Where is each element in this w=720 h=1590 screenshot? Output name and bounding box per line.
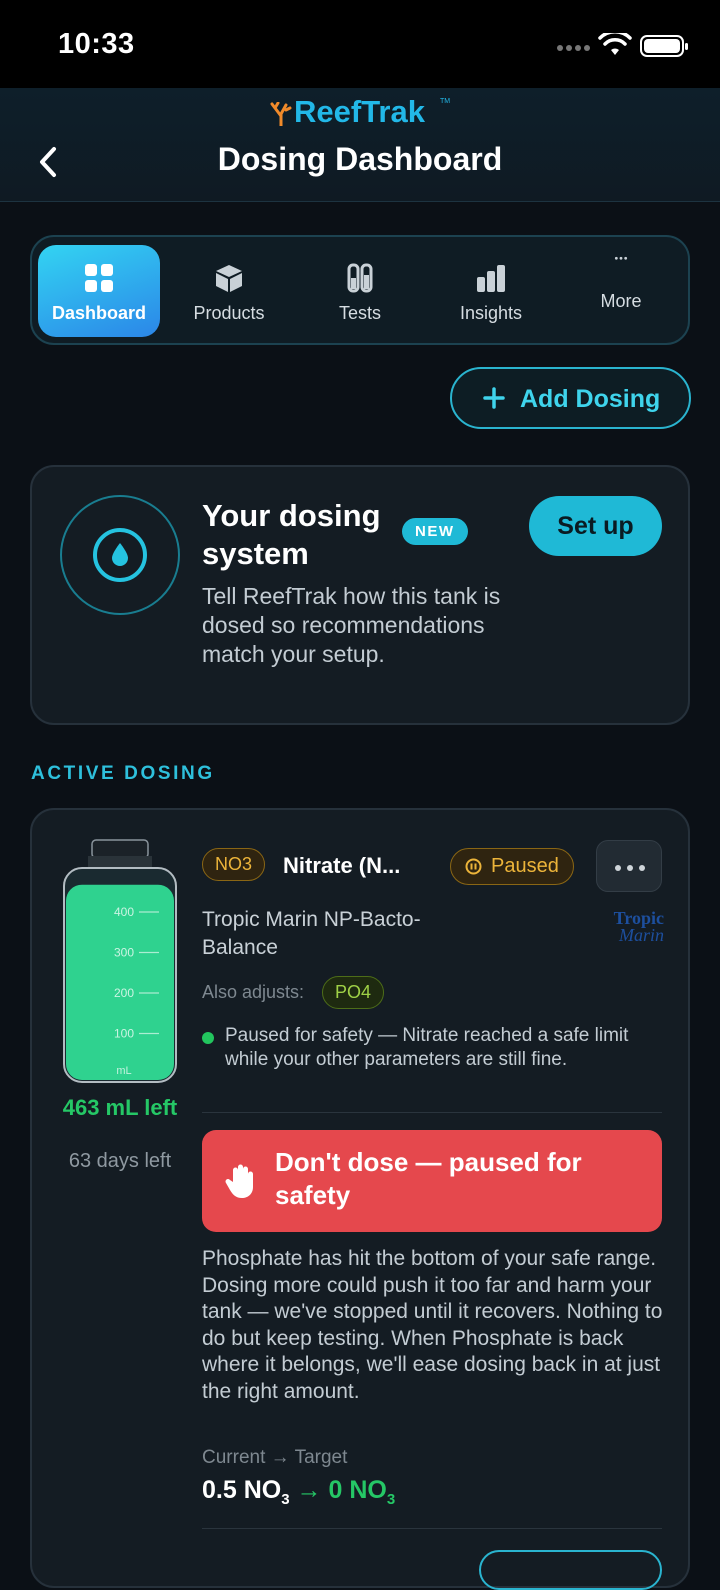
tab-label: Insights [459,303,523,323]
tab-label: More [600,291,642,311]
brand-name: ReefTrak [294,94,425,129]
tab-label: Tests [338,303,381,323]
divider [202,1528,662,1529]
next-action-button[interactable] [479,1550,662,1590]
status-bar: 10:33 [0,0,720,88]
water-drop-icon [112,543,128,566]
plus-icon [483,387,505,409]
active-dosing-card: 400 300 200 100 mL 463 mL left 63 days left … [30,808,690,1590]
drop-icon-ring [60,495,180,615]
tab-label: Products [193,303,265,323]
test-tubes-icon [347,263,373,293]
tab-dashboard[interactable]: Dashboard [38,245,160,337]
bottle-tick-label: 200 [114,986,134,1000]
new-badge: NEW [402,518,468,545]
days-left: 63 days left [68,1150,172,1172]
page-title: Dosing Dashboard [217,141,503,177]
trademark: TM [440,98,451,105]
tab-insights[interactable]: Insights [430,245,552,337]
remaining-volume: 463 mL left [62,1095,178,1120]
status-chip-label: Paused [491,855,559,877]
dont-dose-alert: Don't dose — paused for safety [202,1130,662,1232]
wifi-icon [598,33,632,55]
also-adjusts-chip: PO4 [322,976,385,1009]
setup-card-body: Tell ReefTrak how this tank is dosed so … [202,583,501,667]
parameter-name: Nitrate (N... [283,853,401,878]
arrow-right-icon: → [296,1476,322,1504]
status-chip-paused: Paused [450,848,574,885]
section-label-active-dosing: ACTIVE DOSING [31,763,215,784]
tab-products[interactable]: Products [168,245,290,337]
bottle-tick-label: 300 [114,946,134,960]
battery-icon [640,35,688,57]
bottle-unit-label: mL [116,1065,131,1077]
status-dot [202,1032,214,1044]
current-target-values: 0.5 NO3 → 0 NO3 [202,1476,396,1508]
pause-explanation: Phosphate has hit the bottom of your saf… [202,1247,663,1403]
brand-logo: ReefTrak TM [270,94,460,130]
card-more-options-button[interactable] [596,840,662,892]
tab-tests[interactable]: Tests [299,245,421,337]
divider [202,1112,662,1113]
box-icon [216,265,242,292]
more-dots-icon [614,256,628,260]
bottle-tick-label: 100 [114,1027,134,1041]
dosing-system-card: Your dosing system NEW Tell ReefTrak how… [30,465,690,725]
target-value: 0 [328,1476,343,1504]
tab-more[interactable]: More [560,245,682,337]
status-note: Paused for safety — Nitrate reached a sa… [225,1025,629,1070]
bar-chart-icon [477,265,505,292]
tropic-marin-logo: Tropic Marin [613,908,664,945]
status-time: 10:33 [58,28,135,60]
set-up-button[interactable]: Set up [529,496,662,556]
product-name: Tropic Marin NP-Bacto-Balance [202,908,421,959]
pause-icon [465,858,482,875]
stop-hand-icon [225,1164,253,1198]
also-adjusts-label: Also adjusts: [202,982,305,1002]
coral-icon [270,102,292,126]
app-header: ReefTrak TM Dosing Dashboard [0,88,720,202]
cellular-signal-icon [557,45,591,53]
setup-card-title: Your dosing system [202,498,381,571]
current-value: 0.5 [202,1476,237,1504]
tab-bar: Dashboard Products Tests Insights More [30,235,690,345]
bottle-tick-label: 400 [114,905,134,919]
current-target-label: Current → Target [202,1447,348,1468]
dosing-bottle-gauge: 400 300 200 100 mL [63,839,177,1083]
grid-icon [85,264,113,292]
alert-title: Don't dose — paused for safety [275,1147,582,1210]
tab-label: Dashboard [51,303,147,323]
parameter-chip: NO3 [202,848,266,881]
add-dosing-button[interactable]: Add Dosing [450,367,691,429]
add-dosing-label: Add Dosing [520,385,661,413]
